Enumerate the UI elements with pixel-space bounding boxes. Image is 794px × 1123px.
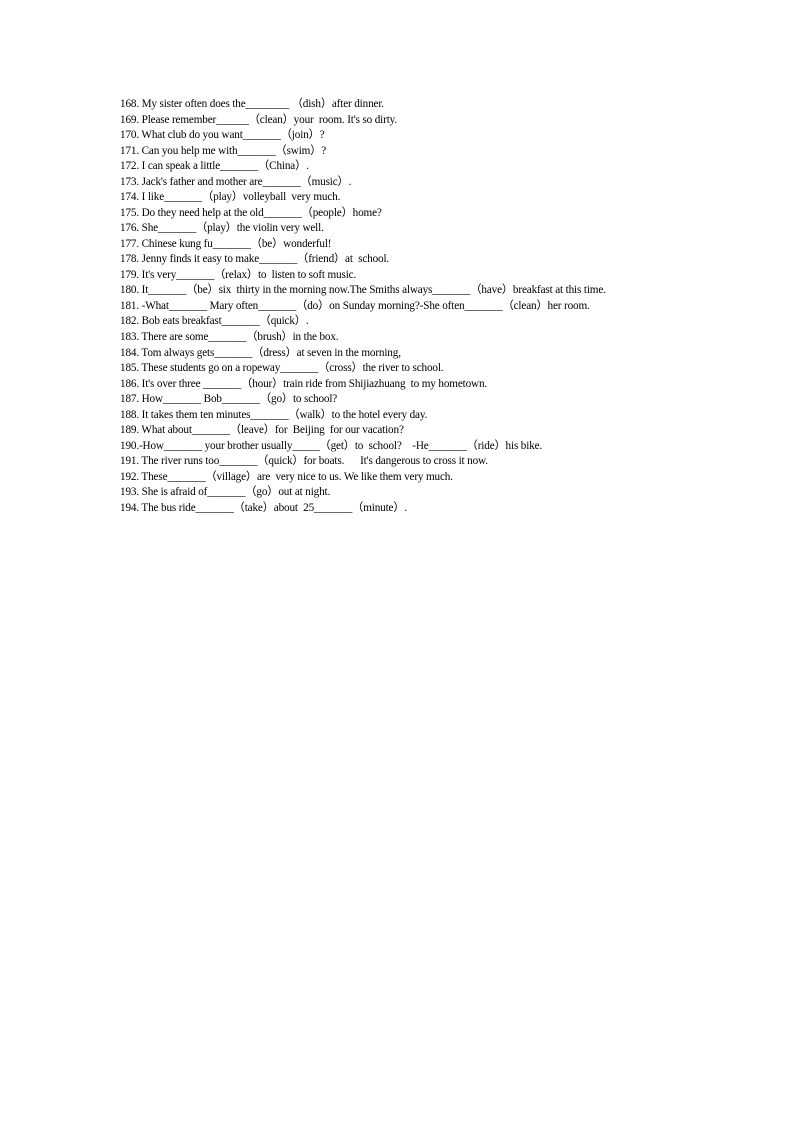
exercise-184: 184. Tom always gets_______（dress）at sev…: [120, 346, 401, 359]
exercise-189: 189. What about_______（leave）for Beijing…: [120, 424, 404, 437]
exercise-170: 170. What club do you want_______（join）?: [120, 129, 325, 142]
exercise-193: 193. She is afraid of_______（go）out at n…: [120, 486, 331, 499]
exercise-179: 179. It's very_______（relax）to listen to…: [120, 268, 357, 281]
exercise-176: 176. She_______（play）the violin very wel…: [120, 222, 324, 235]
exercise-171: 171. Can you help me with_______（swim）?: [120, 144, 327, 157]
exercise-172: 172. I can speak a little_______（China）.: [120, 160, 309, 173]
exercise-183: 183. There are some_______（brush）in the …: [120, 330, 339, 343]
exercise-175: 175. Do they need help at the old_______…: [120, 206, 382, 219]
exercise-173: 173. Jack's father and mother are_______…: [120, 175, 352, 188]
exercise-169: 169. Please remember______（clean）your ro…: [120, 113, 398, 126]
exercise-174: 174. I like_______（play）volleyball very …: [120, 191, 341, 204]
exercise-194: 194. The bus ride_______（take）about 25__…: [120, 501, 408, 514]
exercise-185: 185. These students go on a ropeway_____…: [120, 362, 444, 375]
exercise-182: 182. Bob eats breakfast_______（quick）.: [120, 315, 309, 328]
exercise-168: 168. My sister often does the________ （d…: [120, 98, 384, 110]
exercise-180: 180. It_______（be）six thirty in the morn…: [120, 284, 606, 297]
exercise-192: 192. These_______（village）are very nice …: [120, 470, 453, 483]
exercise-181: 181. -What_______ Mary often_______（do）o…: [120, 299, 590, 312]
exercise-191: 191. The river runs too_______（quick）for…: [120, 455, 488, 468]
exercise-187: 187. How_______ Bob_______（go）to school?: [120, 393, 338, 406]
exercise-178: 178. Jenny finds it easy to make_______（…: [120, 253, 390, 266]
exercise-190: 190.-How_______ your brother usually____…: [120, 439, 543, 452]
exercise-177: 177. Chinese kung fu_______（be）wonderful…: [120, 237, 332, 250]
document-page: 168. My sister often does the________ （d…: [120, 97, 720, 516]
exercise-188: 188. It takes them ten minutes_______（wa…: [120, 408, 428, 421]
exercise-186: 186. It's over three _______（hour）train …: [120, 377, 488, 390]
